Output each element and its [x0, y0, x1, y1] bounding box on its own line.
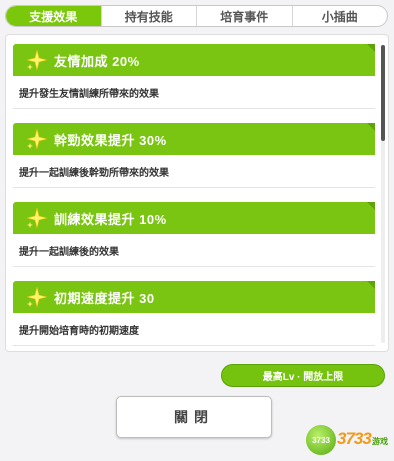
- sparkle-icon: [26, 128, 48, 150]
- tab-bar: 支援效果 持有技能 培育事件 小插曲: [5, 5, 388, 27]
- max-level-button[interactable]: 最高Lv · 開放上限: [221, 364, 385, 387]
- effect-description: 提升開始培育時的初期速度: [13, 313, 375, 346]
- tab-training-events[interactable]: 培育事件: [196, 6, 292, 26]
- effect-card: 訓練效果提升 10% 提升一起訓練後的效果: [13, 202, 375, 267]
- effect-header: 訓練效果提升 10%: [13, 202, 375, 234]
- effects-panel[interactable]: 友情加成 20% 提升發生友情訓練所帶來的效果 幹勁效果提升 30% 提升一起訓…: [5, 34, 389, 352]
- watermark-badge: 3733: [306, 425, 336, 455]
- sparkle-icon: [26, 207, 48, 229]
- effect-title: 友情加成 20%: [54, 53, 140, 69]
- effect-header: 友情加成 20%: [13, 44, 375, 76]
- tab-skills[interactable]: 持有技能: [100, 6, 197, 26]
- effect-description: 提升發生友情訓練所帶來的效果: [13, 76, 375, 109]
- effect-title: 初期速度提升 30: [54, 290, 155, 306]
- tab-episodes[interactable]: 小插曲: [291, 6, 388, 26]
- scrollbar-thumb[interactable]: [381, 45, 385, 141]
- watermark-sub: 游戏: [372, 437, 388, 446]
- effect-title: 訓練效果提升 10%: [54, 211, 167, 227]
- tab-support-effects[interactable]: 支援效果: [6, 6, 101, 26]
- scrollbar[interactable]: [381, 45, 385, 343]
- effect-card: 幹勁效果提升 30% 提升一起訓練後幹勁所帶來的效果: [13, 123, 375, 188]
- watermark-logo: 3733 3733 游戏: [306, 423, 392, 457]
- sparkle-icon: [26, 286, 48, 308]
- effect-card: 初期速度提升 30 提升開始培育時的初期速度: [13, 281, 375, 346]
- effect-title: 幹勁效果提升 30%: [54, 132, 167, 148]
- watermark-text: 3733: [337, 429, 372, 448]
- effect-description: 提升一起訓練後的效果: [13, 234, 375, 267]
- effect-header: 初期速度提升 30: [13, 281, 375, 313]
- close-button[interactable]: 關閉: [116, 396, 272, 438]
- effect-description: 提升一起訓練後幹勁所帶來的效果: [13, 155, 375, 188]
- effect-card: 友情加成 20% 提升發生友情訓練所帶來的效果: [13, 44, 375, 109]
- effect-header: 幹勁效果提升 30%: [13, 123, 375, 155]
- sparkle-icon: [26, 49, 48, 71]
